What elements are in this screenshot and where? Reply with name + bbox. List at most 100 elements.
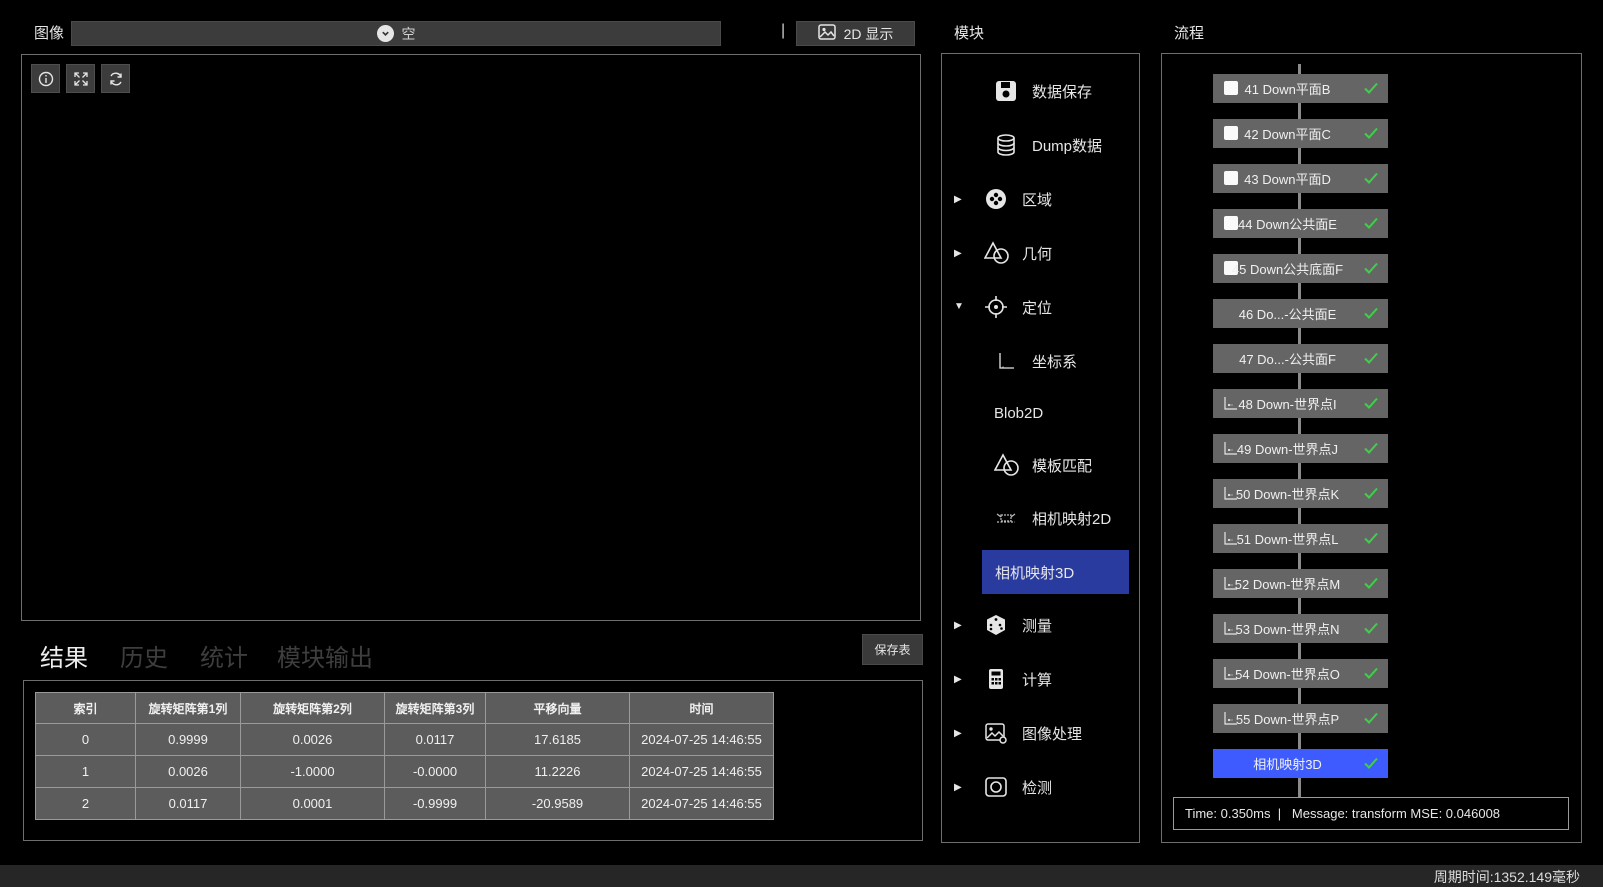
table-cell: 2024-07-25 14:46:55	[629, 723, 774, 756]
module-group-positioning[interactable]: 定位	[984, 292, 1052, 322]
table-row[interactable]: 1 0.0026 -1.0000 -0.0000 11.2226 2024-07…	[35, 755, 774, 788]
module-item-data-save[interactable]: 数据保存	[994, 76, 1092, 106]
expand-arrow-icon[interactable]: ▶	[954, 728, 962, 739]
tab-results[interactable]: 结果	[40, 638, 88, 673]
flow-panel-title: 流程	[1174, 25, 1205, 42]
table-cell: 17.6185	[485, 723, 630, 756]
flow-node[interactable]: 55 Down-世界点P	[1213, 704, 1388, 733]
table-cell: 2024-07-25 14:46:55	[629, 787, 774, 820]
expand-arrow-icon[interactable]: ▶	[954, 674, 962, 685]
module-item-label: 几何	[1022, 245, 1053, 263]
image-canvas[interactable]	[21, 54, 921, 621]
column-header[interactable]: 索引	[35, 692, 136, 724]
chevron-down-icon	[376, 25, 394, 42]
module-group-region[interactable]: 区域	[984, 184, 1052, 214]
module-group-detect[interactable]: 检测	[984, 772, 1052, 802]
column-header[interactable]: 旋转矩阵第1列	[135, 692, 241, 724]
flow-node[interactable]: 42 Down平面C	[1213, 119, 1388, 148]
flow-node[interactable]: 50 Down-世界点K	[1213, 479, 1388, 508]
flow-node-label: 相机映射3D	[1253, 757, 1322, 772]
collapse-arrow-icon[interactable]: ▼	[954, 301, 964, 312]
flow-node[interactable]: 48 Down-世界点I	[1213, 389, 1388, 418]
module-group-measure[interactable]: 测量	[984, 610, 1052, 640]
table-cell: 1	[35, 755, 136, 788]
flow-node[interactable]: 52 Down-世界点M	[1213, 569, 1388, 598]
module-panel-title: 模块	[954, 25, 985, 42]
table-cell: 0.0026	[135, 755, 241, 788]
checkmark-icon	[1363, 170, 1379, 189]
dice-icon	[987, 615, 1005, 635]
module-group-image-processing[interactable]: 图像处理	[984, 718, 1082, 748]
column-header[interactable]: 旋转矩阵第3列	[384, 692, 486, 724]
save-table-button[interactable]: 保存表	[862, 634, 923, 665]
tab-module-output[interactable]: 模块输出	[277, 638, 373, 673]
module-item-label: 图像处理	[1022, 725, 1083, 743]
table-cell: 2	[35, 787, 136, 820]
expand-arrow-icon[interactable]: ▶	[954, 782, 962, 793]
flow-node[interactable]: 46 Do...-公共面E	[1213, 299, 1388, 328]
module-item-label: 测量	[1022, 617, 1053, 635]
flow-node[interactable]: 43 Down平面D	[1213, 164, 1388, 193]
module-item-label: 区域	[1022, 191, 1053, 209]
module-item-template-match[interactable]: 模板匹配	[994, 450, 1092, 480]
module-item-label: 检测	[1022, 779, 1053, 797]
flow-node[interactable]: 49 Down-世界点J	[1213, 434, 1388, 463]
refresh-button[interactable]	[101, 64, 130, 93]
table-cell: 0.9999	[135, 723, 241, 756]
expand-arrow-icon[interactable]: ▶	[954, 620, 962, 631]
tab-statistics[interactable]: 统计	[200, 638, 248, 673]
module-item-camera-map-2d[interactable]: 相机映射2D	[994, 503, 1111, 533]
module-item-label: 相机映射3D	[995, 564, 1075, 582]
info-button[interactable]	[31, 64, 60, 93]
flow-node[interactable]: 相机映射3D	[1213, 749, 1388, 778]
expand-arrow-icon[interactable]: ▶	[954, 248, 962, 259]
module-item-label: 定位	[1022, 299, 1053, 317]
module-item-blob2d[interactable]: Blob2D	[994, 398, 1043, 428]
display-2d-button[interactable]: 2D 显示	[796, 21, 915, 46]
flow-node-label: 44 Down公共面E	[1238, 217, 1337, 232]
table-cell: 11.2226	[485, 755, 630, 788]
flow-node[interactable]: 47 Do...-公共面F	[1213, 344, 1388, 373]
camera-map-icon	[996, 513, 1016, 523]
module-group-calculate[interactable]: 计算	[984, 664, 1052, 694]
flow-node-label: 54 Down-世界点O	[1235, 667, 1340, 682]
module-item-dump-data[interactable]: Dump数据	[994, 130, 1102, 160]
axes-icon	[999, 353, 1014, 369]
tab-history[interactable]: 历史	[120, 638, 168, 673]
column-header[interactable]: 旋转矩阵第2列	[240, 692, 385, 724]
module-item-coordinate-system[interactable]: 坐标系	[994, 346, 1077, 376]
flow-node[interactable]: 54 Down-世界点O	[1213, 659, 1388, 688]
module-item-camera-map-3d[interactable]: 相机映射3D	[982, 550, 1129, 594]
image-panel-label: 图像	[34, 25, 65, 42]
table-row[interactable]: 0 0.9999 0.0026 0.0117 17.6185 2024-07-2…	[35, 723, 774, 756]
checkmark-icon	[1363, 710, 1379, 729]
fit-view-button[interactable]	[66, 64, 95, 93]
flow-node-label: 43 Down平面D	[1244, 172, 1331, 187]
flow-node[interactable]: 41 Down平面B	[1213, 74, 1388, 103]
checkmark-icon	[1363, 485, 1379, 504]
calculator-icon	[989, 669, 1003, 689]
flow-node[interactable]: 51 Down-世界点L	[1213, 524, 1388, 553]
checkmark-icon	[1363, 260, 1379, 279]
column-header[interactable]: 平移向量	[485, 692, 630, 724]
checkmark-icon	[1363, 350, 1379, 369]
flow-node[interactable]: 53 Down-世界点N	[1213, 614, 1388, 643]
flow-node-label: 53 Down-世界点N	[1235, 622, 1340, 637]
checkmark-icon	[1363, 575, 1379, 594]
flow-node-label: 48 Down-世界点I	[1238, 397, 1337, 412]
module-item-label: Blob2D	[994, 404, 1044, 422]
flow-node[interactable]: 45 Down公共底面F	[1213, 254, 1388, 283]
save-icon	[996, 81, 1016, 101]
flow-node-label: 45 Down公共底面F	[1231, 262, 1344, 277]
module-group-geometry[interactable]: 几何	[984, 238, 1052, 268]
flow-node[interactable]: 44 Down公共面E	[1213, 209, 1388, 238]
module-item-label: Dump数据	[1032, 137, 1103, 155]
table-row[interactable]: 2 0.0117 0.0001 -0.9999 -20.9589 2024-07…	[35, 787, 774, 820]
module-item-label: 坐标系	[1032, 353, 1078, 371]
checkmark-icon	[1363, 440, 1379, 459]
checkmark-icon	[1363, 755, 1379, 774]
expand-arrow-icon[interactable]: ▶	[954, 194, 962, 205]
column-header[interactable]: 时间	[629, 692, 774, 724]
image-source-select[interactable]: 空	[71, 21, 721, 46]
table-cell: 0	[35, 723, 136, 756]
